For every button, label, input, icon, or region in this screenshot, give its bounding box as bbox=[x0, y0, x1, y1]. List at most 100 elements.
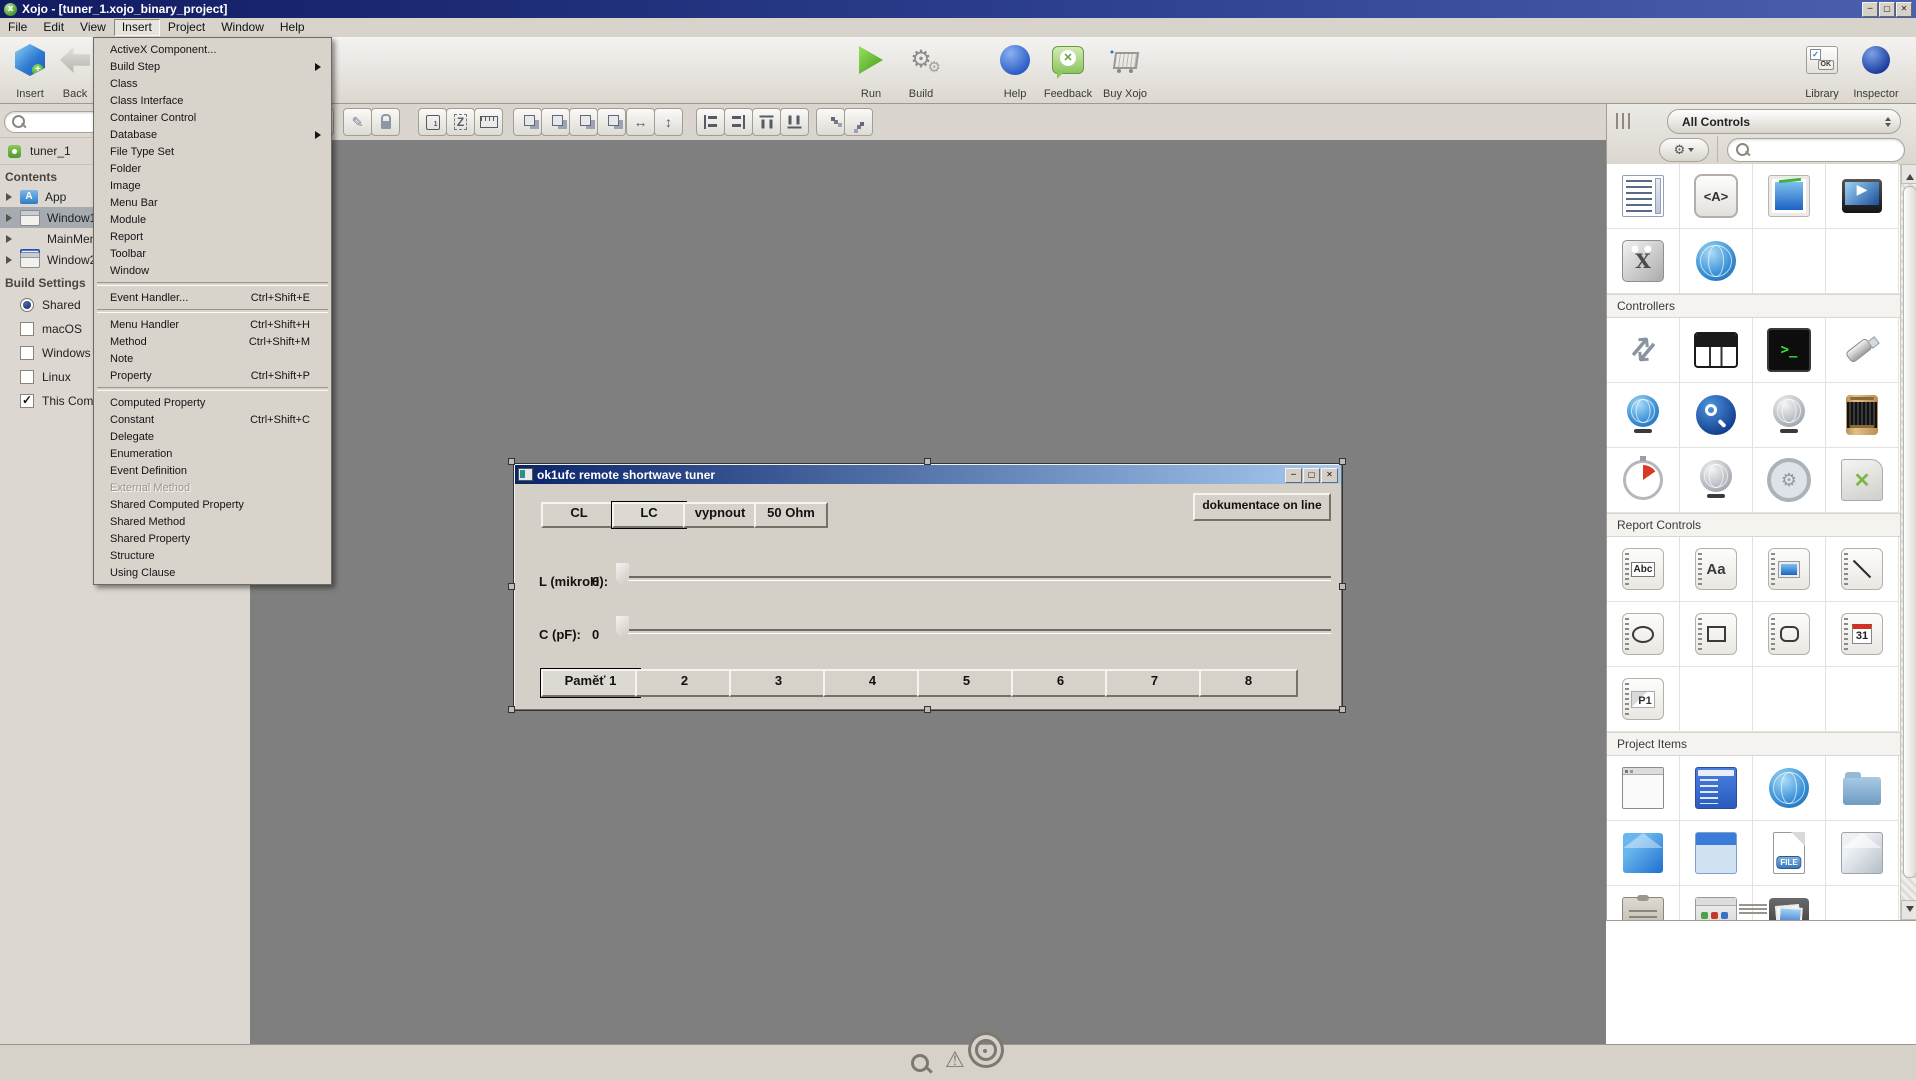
menu-item-image[interactable]: Image bbox=[95, 177, 330, 194]
tab-order-button[interactable] bbox=[446, 108, 475, 136]
library-item-html-viewer[interactable] bbox=[1680, 164, 1753, 229]
menu-item-shared-method[interactable]: Shared Method bbox=[95, 513, 330, 530]
close-button[interactable]: ✕ bbox=[1321, 468, 1338, 483]
selection-handle[interactable] bbox=[1339, 706, 1346, 713]
library-item-movie-player[interactable] bbox=[1826, 164, 1899, 229]
library-item-udp-socket[interactable] bbox=[1753, 383, 1826, 448]
library-item-tcp-socket[interactable] bbox=[1607, 383, 1680, 448]
radio-checked[interactable] bbox=[20, 298, 34, 312]
library-item-report-oval[interactable] bbox=[1607, 602, 1680, 667]
menu-item-shared-property[interactable]: Shared Property bbox=[95, 530, 330, 547]
disclosure-triangle-icon[interactable] bbox=[6, 256, 16, 264]
library-item-spotlight-query[interactable] bbox=[1680, 383, 1753, 448]
library-item-network-connection[interactable] bbox=[1680, 448, 1753, 513]
library-item-image-well[interactable] bbox=[1753, 164, 1826, 229]
menu-item-class-interface[interactable]: Class Interface bbox=[95, 92, 330, 109]
selection-handle[interactable] bbox=[508, 583, 515, 590]
menu-item-build-step[interactable]: Build Step bbox=[95, 58, 330, 75]
menu-item-property[interactable]: PropertyCtrl+Shift+P bbox=[95, 367, 330, 384]
mode-button-50-ohm[interactable]: 50 Ohm bbox=[754, 502, 828, 528]
library-item-report-line[interactable] bbox=[1826, 537, 1899, 602]
menu-insert[interactable]: Insert bbox=[114, 19, 160, 36]
align-top-button[interactable] bbox=[752, 108, 781, 136]
align-left-button[interactable] bbox=[696, 108, 725, 136]
menu-item-event-definition[interactable]: Event Definition bbox=[95, 462, 330, 479]
library-scrollbar[interactable] bbox=[1900, 164, 1916, 920]
menu-window[interactable]: Window bbox=[213, 19, 272, 36]
memory-button-1[interactable]: Paměť 1 bbox=[541, 669, 640, 697]
menu-item-menu-bar[interactable]: Menu Bar bbox=[95, 194, 330, 211]
menu-item-container-control[interactable]: Container Control bbox=[95, 109, 330, 126]
menu-item-computed-property[interactable]: Computed Property bbox=[95, 394, 330, 411]
memory-button-5[interactable]: 5 bbox=[917, 669, 1016, 697]
menu-edit[interactable]: Edit bbox=[35, 19, 72, 36]
menu-item-structure[interactable]: Structure bbox=[95, 547, 330, 564]
selection-handle[interactable] bbox=[508, 706, 515, 713]
align-bottom-button[interactable] bbox=[780, 108, 809, 136]
arrange-back-button[interactable] bbox=[513, 108, 542, 136]
checkbox-checked[interactable]: ✓ bbox=[20, 394, 34, 408]
library-item-report-picture[interactable] bbox=[1753, 537, 1826, 602]
library-item-web-globe[interactable] bbox=[1680, 229, 1753, 294]
library-item-window-item[interactable] bbox=[1607, 756, 1680, 821]
ruler-button[interactable] bbox=[474, 108, 503, 136]
menu-help[interactable]: Help bbox=[272, 19, 313, 36]
selection-handle[interactable] bbox=[1339, 583, 1346, 590]
align-right-button[interactable] bbox=[724, 108, 753, 136]
memory-button-6[interactable]: 6 bbox=[1011, 669, 1110, 697]
layout-canvas[interactable]: ok1ufc remote shortwave tuner ─▢✕ CLLCvy… bbox=[250, 140, 1606, 1044]
library-item-plugin[interactable] bbox=[1607, 229, 1680, 294]
help-button[interactable]: Help bbox=[986, 40, 1044, 100]
memory-button-4[interactable]: 4 bbox=[823, 669, 922, 697]
menu-item-shared-computed-property[interactable]: Shared Computed Property bbox=[95, 496, 330, 513]
menu-item-method[interactable]: MethodCtrl+Shift+M bbox=[95, 333, 330, 350]
build-button[interactable]: Build bbox=[892, 40, 950, 100]
library-item-class-cube[interactable] bbox=[1607, 821, 1680, 886]
library-item-listbox-control[interactable] bbox=[1607, 164, 1680, 229]
library-item-note-player[interactable] bbox=[1680, 318, 1753, 383]
pencil-button[interactable] bbox=[343, 108, 372, 136]
menu-item-activex-component[interactable]: ActiveX Component... bbox=[95, 41, 330, 58]
space-vertical-button[interactable] bbox=[844, 108, 873, 136]
menu-item-file-type-set[interactable]: File Type Set bbox=[95, 143, 330, 160]
library-item-data-transfer[interactable] bbox=[1607, 318, 1680, 383]
selection-handle[interactable] bbox=[1339, 458, 1346, 465]
library-item-report-label[interactable] bbox=[1607, 537, 1680, 602]
slider-track[interactable] bbox=[622, 576, 1331, 581]
library-item-file-type[interactable] bbox=[1753, 821, 1826, 886]
menu-item-using-clause[interactable]: Using Clause bbox=[95, 564, 330, 581]
arrange-backward-button[interactable] bbox=[541, 108, 570, 136]
selection-handle[interactable] bbox=[924, 458, 931, 465]
selection-handle[interactable] bbox=[508, 458, 515, 465]
buy-xojo-button[interactable]: Buy Xojo bbox=[1096, 40, 1154, 100]
slider-thumb[interactable] bbox=[616, 616, 629, 641]
menu-item-folder[interactable]: Folder bbox=[95, 160, 330, 177]
menu-item-window[interactable]: Window bbox=[95, 262, 330, 279]
checkbox-unchecked[interactable] bbox=[20, 370, 34, 384]
menu-item-enumeration[interactable]: Enumeration bbox=[95, 445, 330, 462]
library-item-report-round-rectangle[interactable] bbox=[1753, 602, 1826, 667]
minimize-button[interactable]: ─ bbox=[1862, 2, 1878, 17]
search-icon[interactable] bbox=[911, 1054, 929, 1072]
library-item-report-text-field[interactable] bbox=[1680, 537, 1753, 602]
menu-item-module[interactable]: Module bbox=[95, 211, 330, 228]
menu-item-constant[interactable]: ConstantCtrl+Shift+C bbox=[95, 411, 330, 428]
scrollbar-thumb[interactable] bbox=[1903, 186, 1916, 878]
library-item-menu-bar-item[interactable] bbox=[1680, 756, 1753, 821]
menu-item-event-handler[interactable]: Event Handler...Ctrl+Shift+E bbox=[95, 289, 330, 306]
memory-button-8[interactable]: 8 bbox=[1199, 669, 1298, 697]
maximize-button[interactable]: ▢ bbox=[1879, 2, 1895, 17]
scroll-down-button[interactable] bbox=[1901, 900, 1916, 920]
library-item-report-page-number[interactable] bbox=[1607, 667, 1680, 732]
disclosure-triangle-icon[interactable] bbox=[6, 193, 16, 201]
library-item-serial-connection[interactable] bbox=[1826, 383, 1899, 448]
library-button[interactable]: Library bbox=[1793, 40, 1851, 100]
library-item-timer[interactable] bbox=[1607, 448, 1680, 513]
library-item-shell[interactable] bbox=[1753, 318, 1826, 383]
mode-button-vypnout[interactable]: vypnout bbox=[683, 502, 757, 528]
scroll-up-button[interactable] bbox=[1901, 164, 1916, 184]
library-item-serial-device[interactable] bbox=[1826, 318, 1899, 383]
fit-width-button[interactable] bbox=[626, 108, 655, 136]
library-item-container-cube[interactable] bbox=[1680, 821, 1753, 886]
library-item-copy-files[interactable] bbox=[1607, 886, 1680, 921]
